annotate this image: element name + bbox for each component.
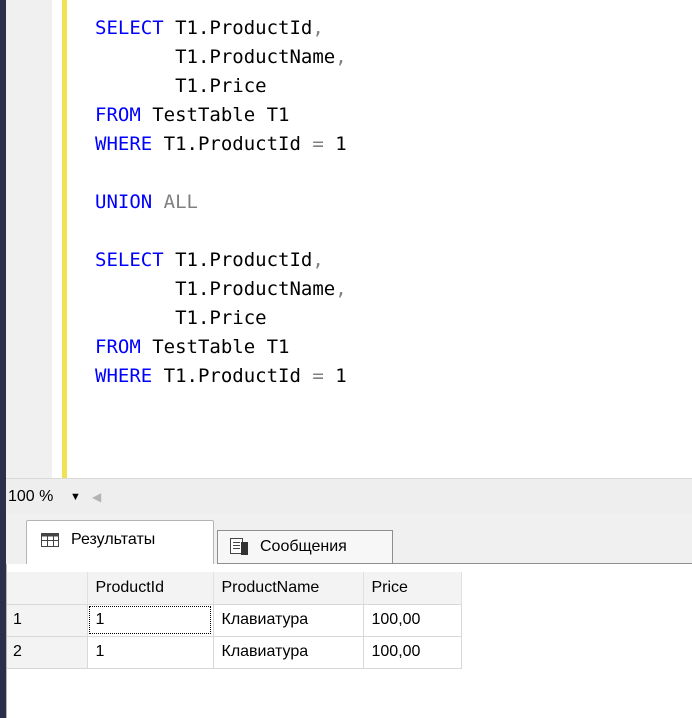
code-line[interactable]: FROM TestTable T1 [95,101,347,130]
code-line[interactable]: UNION ALL [95,188,347,217]
sql-keyword: SELECT [95,249,176,271]
sql-token: 1 [323,133,347,155]
code-line[interactable]: T1.ProductName, [95,43,347,72]
results-pane: Результаты Сообщения ProductId ProductNa… [6,514,692,718]
sql-keyword: SELECT [95,17,176,39]
results-grid[interactable]: ProductId ProductName Price 1 1 Клавиату… [7,572,462,669]
column-header-price[interactable]: Price [363,572,462,605]
sql-token: T1.ProductId [163,133,313,155]
results-tabs: Результаты Сообщения [6,514,692,564]
tab-messages-label: Сообщения [260,538,347,555]
sql-operator: ALL [163,191,198,213]
tab-results-label: Результаты [71,531,156,548]
sql-operator: , [335,46,347,68]
sql-operator: = [312,133,324,155]
sql-operator: , [335,278,347,300]
sql-editor[interactable]: SELECT T1.ProductId, T1.ProductName, T1.… [67,0,692,478]
sql-keyword: FROM [95,336,153,358]
sql-token: T1.Price [95,307,267,329]
sql-token: T1.ProductId [175,249,313,271]
tab-messages[interactable]: Сообщения [217,530,393,564]
table-row: 1 1 Клавиатура 100,00 [7,604,462,637]
row-number[interactable]: 2 [7,636,88,669]
zoom-value: 100 % [8,488,54,505]
sql-token: 1 [323,365,347,387]
sql-token: T1.Price [95,75,267,97]
sql-token: T1.ProductName [95,46,336,68]
row-number[interactable]: 1 [7,604,88,637]
sql-token: T1.ProductId [163,365,313,387]
code-line[interactable]: WHERE T1.ProductId = 1 [95,362,347,391]
code-line[interactable] [95,159,347,188]
code-line[interactable]: T1.Price [95,72,347,101]
code-line[interactable]: WHERE T1.ProductId = 1 [95,130,347,159]
sql-keyword: UNION [95,191,164,213]
code-line[interactable]: FROM TestTable T1 [95,333,347,362]
cell-productname[interactable]: Клавиатура [213,604,364,637]
code-line[interactable]: T1.ProductName, [95,275,347,304]
code-line[interactable]: SELECT T1.ProductId, [95,246,347,275]
sql-keyword: WHERE [95,365,164,387]
cell-price[interactable]: 100,00 [363,636,462,669]
zoom-dropdown[interactable]: 100 % ▼ [6,485,86,509]
sql-token: T1.ProductId [175,17,313,39]
table-row: 2 1 Клавиатура 100,00 [7,636,462,669]
sql-keyword: FROM [95,104,153,126]
tab-results[interactable]: Результаты [26,520,214,564]
cell-price[interactable]: 100,00 [363,604,462,637]
column-header-productid[interactable]: ProductId [87,572,214,605]
code-line[interactable]: T1.Price [95,304,347,333]
row-number-header[interactable] [7,572,88,605]
results-grid-area: ProductId ProductName Price 1 1 Клавиату… [6,564,692,718]
scroll-left-icon[interactable]: ◀ [92,485,101,509]
editor-gutter [6,0,52,478]
sql-operator: , [312,249,324,271]
column-header-productname[interactable]: ProductName [213,572,364,605]
sql-token: TestTable T1 [152,104,290,126]
sql-code[interactable]: SELECT T1.ProductId, T1.ProductName, T1.… [95,14,347,391]
cell-productid[interactable]: 1 [87,636,214,669]
cell-productid[interactable]: 1 [87,604,214,637]
editor-zoom-bar: 100 % ▼ ◀ [6,478,692,515]
code-line[interactable] [95,217,347,246]
chevron-down-icon[interactable]: ▼ [70,485,81,509]
grid-header-row: ProductId ProductName Price [7,572,462,605]
sql-keyword: WHERE [95,133,164,155]
sql-token: TestTable T1 [152,336,290,358]
sql-operator: = [312,365,324,387]
code-line[interactable]: SELECT T1.ProductId, [95,14,347,43]
sql-token: T1.ProductName [95,278,336,300]
cell-productname[interactable]: Клавиатура [213,636,364,669]
grid-icon [39,521,61,559]
sql-operator: , [312,17,324,39]
